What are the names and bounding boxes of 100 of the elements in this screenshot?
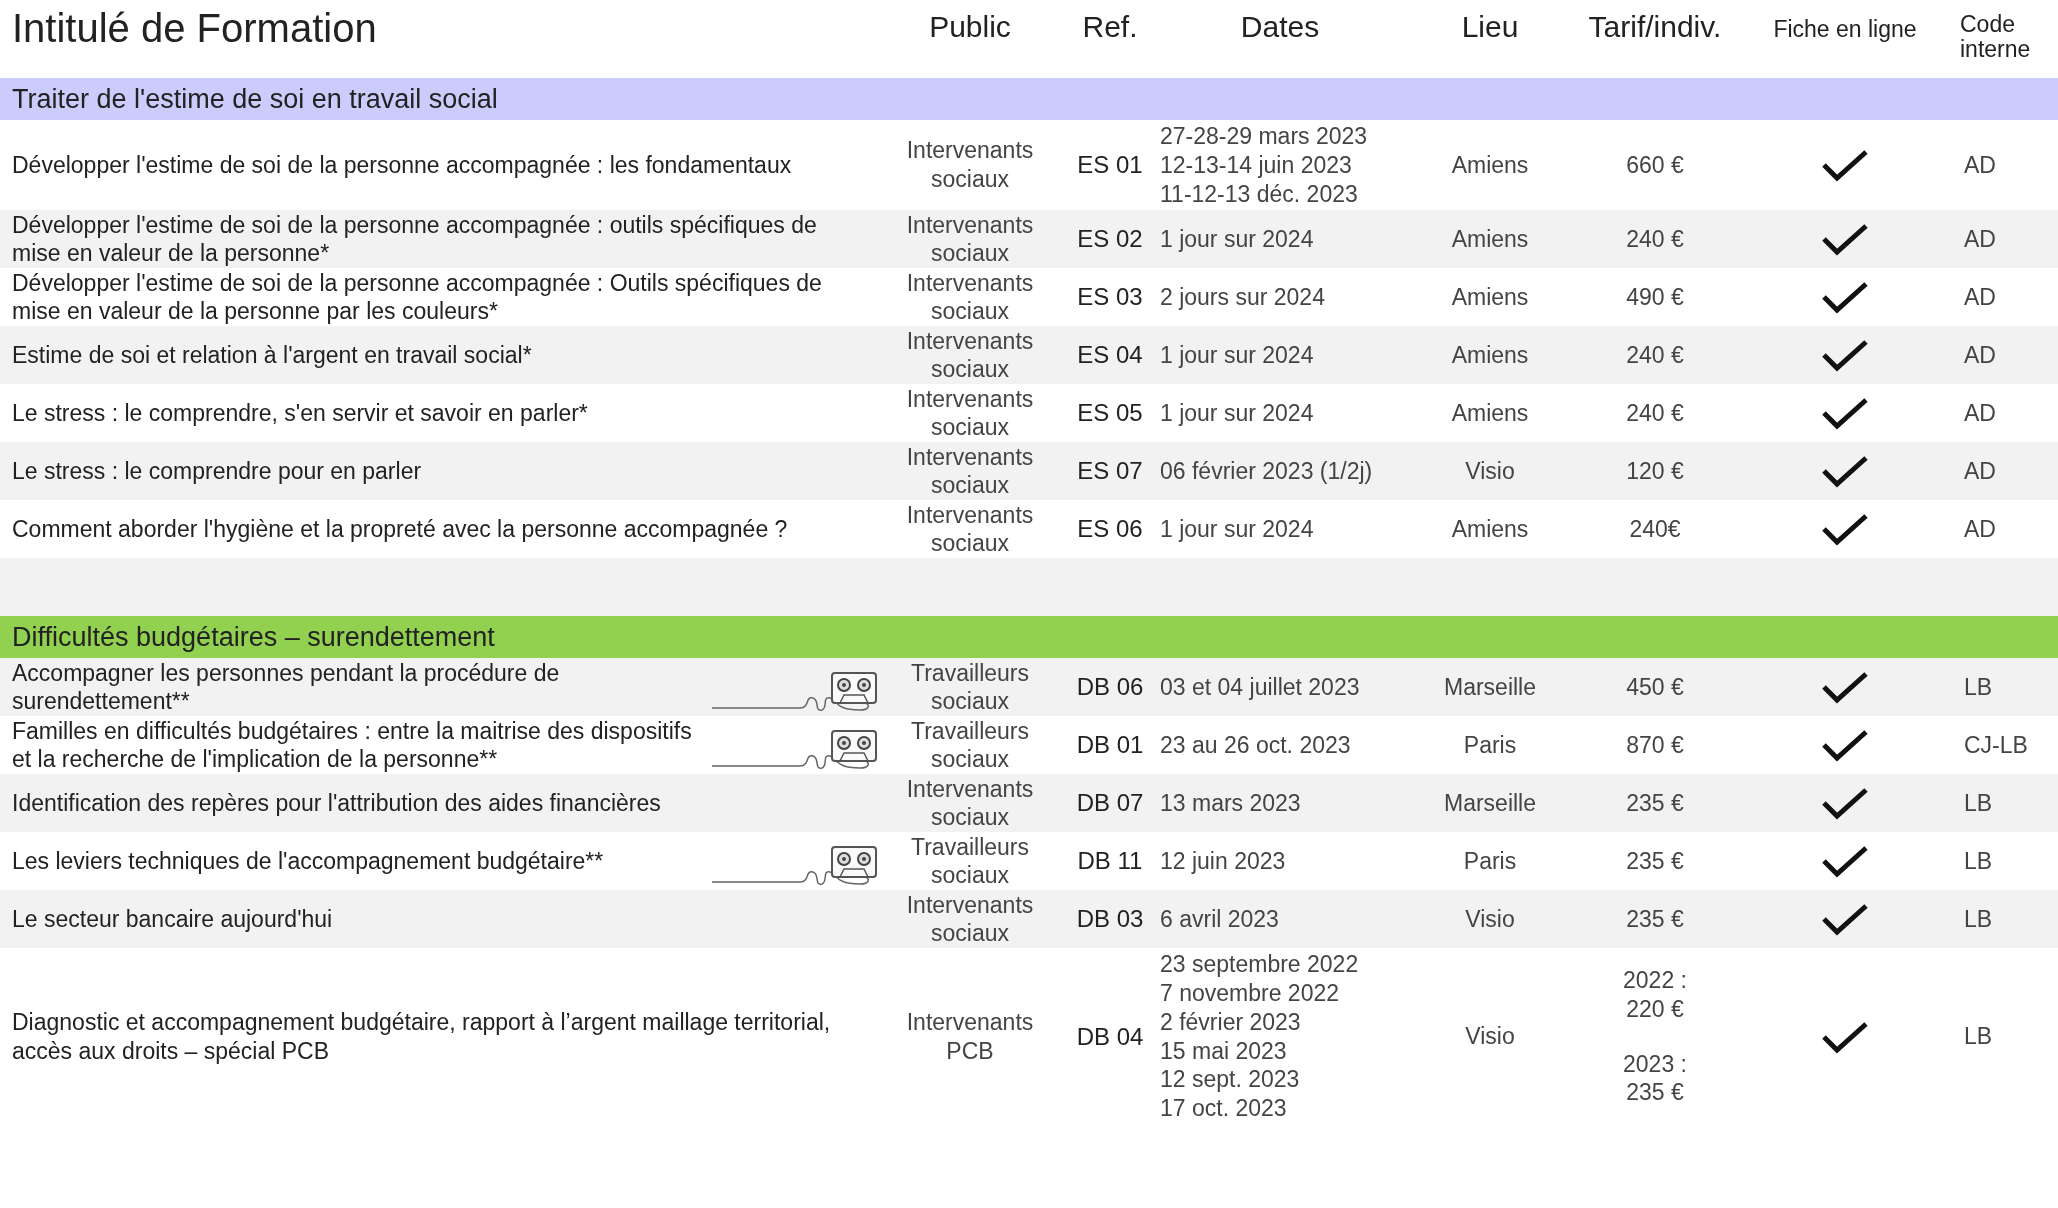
reference-cell: ES 04 — [1077, 340, 1143, 371]
reference-cell: ES 02 — [1077, 224, 1143, 255]
course-title: Le secteur bancaire aujourd'hui — [12, 904, 333, 934]
section-title: Difficultés budgétaires – surendettement — [12, 621, 495, 653]
code-cell: LB — [1964, 788, 1993, 818]
course-title: Développer l'estime de soi de la personne accompagnée : les fondamentaux — [12, 150, 792, 180]
location-cell: Visio — [1465, 1022, 1515, 1051]
location-cell: Visio — [1465, 456, 1515, 486]
audience-cell-text: Intervenants sociaux — [905, 326, 1035, 384]
location-cell: Amiens — [1451, 150, 1529, 180]
date-text: 23 septembre 2022 — [1160, 950, 1359, 979]
date-text: 1 jour sur 2024 — [1160, 398, 1314, 428]
price-text: 450 € — [1626, 672, 1684, 702]
audience-cell-text: Intervenants sociaux — [905, 136, 1035, 194]
price-text: 235 € — [1626, 846, 1684, 876]
audience-cell-text: Intervenants sociaux — [905, 210, 1035, 268]
price-text: 240 € — [1626, 398, 1684, 428]
code-cell: AD — [1964, 150, 1996, 180]
code-cell: LB — [1964, 672, 1993, 702]
column-header: Fiche en ligne — [1772, 15, 1918, 43]
code-cell: AD — [1964, 514, 1996, 544]
date-text: 23 au 26 oct. 2023 — [1160, 730, 1351, 760]
date-text: 1 jour sur 2024 — [1160, 514, 1314, 544]
reference-cell: DB 03 — [1076, 904, 1144, 935]
location-cell: Paris — [1463, 846, 1517, 876]
course-title: Estime de soi et relation à l'argent en travail social* — [12, 340, 532, 370]
location-cell: Paris — [1463, 730, 1517, 760]
date-text: 13 mars 2023 — [1160, 788, 1301, 818]
date-text: 15 mai 2023 — [1160, 1036, 1287, 1066]
course-title: Développer l'estime de soi de la personne accompagnée : outils spécifiques de mise en valeur de la personne* — [12, 210, 818, 268]
reference-cell: DB 01 — [1076, 730, 1144, 761]
code-cell: AD — [1964, 398, 1996, 428]
course-title: Développer l'estime de soi de la personne accompagnée : Outils spécifiques de mise en valeur de la personne par les couleurs* — [12, 268, 823, 326]
course-title: Comment aborder l'hygiène et la propreté avec la personne accompagnée ? — [12, 514, 788, 544]
date-text: 12-13-14 juin 2023 — [1160, 150, 1352, 180]
column-header: Intitulé de Formation — [11, 5, 378, 51]
code-cell: LB — [1964, 904, 1993, 934]
location-cell: Amiens — [1451, 398, 1529, 428]
location-cell: Marseille — [1444, 672, 1536, 702]
audience-cell-text: Intervenants sociaux — [905, 384, 1035, 442]
course-title: Identification des repères pour l'attribution des aides financières — [12, 788, 661, 818]
price-text: 870 € — [1626, 730, 1684, 760]
date-text: 12 juin 2023 — [1160, 846, 1286, 876]
price-text: 235 € — [1626, 904, 1684, 934]
audience-cell-text: Travailleurs sociaux — [910, 658, 1030, 716]
column-header: Lieu — [1460, 9, 1520, 44]
course-title: Le stress : le comprendre pour en parler — [12, 456, 422, 486]
location-cell: Amiens — [1451, 282, 1529, 312]
column-header: Tarif/indiv. — [1587, 9, 1723, 44]
column-header: Ref. — [1081, 9, 1139, 44]
date-text: 27-28-29 mars 2023 — [1160, 122, 1368, 151]
date-text: 17 oct. 2023 — [1160, 1094, 1287, 1123]
reference-cell: DB 04 — [1076, 1021, 1144, 1052]
code-cell: AD — [1964, 282, 1996, 312]
price-text: 240 € — [1626, 340, 1684, 370]
date-text: 11-12-13 déc. 2023 — [1160, 179, 1358, 209]
audience-cell-text: Intervenants sociaux — [905, 268, 1035, 326]
column-header: Code interne — [1960, 10, 2032, 63]
date-text: 1 jour sur 2024 — [1160, 224, 1314, 254]
reference-cell: ES 07 — [1077, 456, 1143, 487]
price-text: 660 € — [1626, 150, 1684, 180]
price-text: 490 € — [1626, 282, 1684, 312]
column-header: Dates — [1239, 9, 1321, 44]
audience-cell-text: Intervenants PCB — [905, 1007, 1035, 1066]
course-title: Le stress : le comprendre, s'en servir et savoir en parler* — [12, 398, 588, 428]
code-cell: LB — [1964, 846, 1993, 876]
reference-cell: ES 01 — [1077, 150, 1143, 181]
audience-cell-text: Intervenants sociaux — [905, 442, 1035, 500]
price-text: 240 € — [1626, 224, 1684, 254]
date-text: 2 février 2023 — [1160, 1007, 1301, 1037]
code-cell: AD — [1964, 456, 1996, 486]
date-text: 1 jour sur 2024 — [1160, 340, 1314, 370]
code-cell: AD — [1964, 340, 1996, 370]
date-text: 12 sept. 2023 — [1160, 1065, 1300, 1094]
course-title: Accompagner les personnes pendant la procédure de surendettement** — [12, 658, 561, 716]
audience-cell-text: Travailleurs sociaux — [910, 716, 1030, 774]
code-cell: CJ-LB — [1964, 730, 2028, 760]
price-text: 2022 : 220 € — [1622, 966, 1688, 1024]
code-cell: AD — [1964, 224, 1996, 254]
column-header: Public — [928, 9, 1012, 44]
audience-cell-text: Intervenants sociaux — [905, 500, 1035, 558]
reference-cell: DB 11 — [1077, 846, 1143, 877]
price-text: 2023 : 235 € — [1622, 1049, 1688, 1107]
course-title: Diagnostic et accompagnement budgétaire, rapport à l’argent maillage territorial, accès aux droits – spécial PCB — [12, 1007, 832, 1066]
date-text: 06 février 2023 (1/2j) — [1160, 456, 1373, 486]
price-text: 120 € — [1626, 456, 1684, 486]
code-cell: LB — [1964, 1022, 1993, 1051]
course-title: Familles en difficultés budgétaires : entre la maitrise des dispositifs et la recherche de l'implication de la personne** — [12, 716, 693, 774]
location-cell: Amiens — [1451, 224, 1529, 254]
course-title: Les leviers techniques de l'accompagnement budgétaire** — [12, 846, 604, 876]
date-text: 2 jours sur 2024 — [1160, 282, 1325, 312]
reference-cell: ES 05 — [1077, 398, 1143, 429]
location-cell: Amiens — [1451, 340, 1529, 370]
section-title: Traiter de l'estime de soi en travail social — [12, 83, 498, 115]
location-cell: Amiens — [1451, 514, 1529, 544]
date-text: 03 et 04 juillet 2023 — [1160, 672, 1360, 702]
price-text: 235 € — [1626, 788, 1684, 818]
audience-cell-text: Travailleurs sociaux — [910, 832, 1030, 890]
price-text: 240€ — [1629, 514, 1681, 544]
date-text: 7 novembre 2022 — [1160, 979, 1339, 1008]
